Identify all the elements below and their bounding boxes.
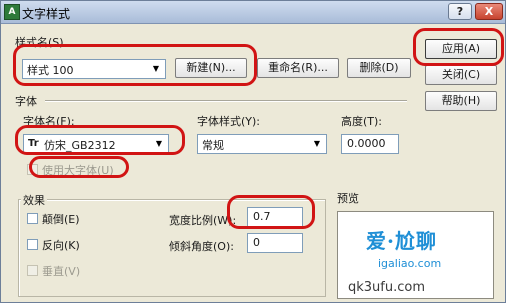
height-label: 高度(T): [341, 115, 383, 128]
truetype-font-icon: Tr [28, 138, 39, 149]
close-button[interactable]: 关闭(C) [425, 65, 497, 85]
style-name-label: 样式名(S) [15, 36, 64, 49]
rename-style-button[interactable]: 重命名(R)... [257, 58, 339, 78]
chevron-down-icon: ▼ [155, 139, 163, 148]
effects-section-label: 效果 [21, 192, 47, 208]
title-bar[interactable]: A 文字样式 ? X [1, 1, 505, 24]
font-name-dropdown[interactable]: Tr 仿宋_GB2312 ▼ [23, 134, 169, 154]
preview-label: 预览 [337, 192, 359, 205]
style-name-value: 样式 100 [27, 64, 74, 77]
help-button[interactable]: ? [448, 3, 472, 20]
width-factor-value: 0.7 [253, 210, 271, 223]
close-window-button[interactable]: X [475, 3, 503, 20]
oblique-angle-label: 倾斜角度(O): [169, 240, 234, 253]
vertical-label: 垂直(V) [42, 265, 81, 278]
chevron-down-icon: ▼ [152, 64, 160, 73]
chevron-down-icon: ▼ [313, 139, 321, 148]
preview-box: 爱·尬聊 igaliao.com qk3ufu.com [337, 211, 494, 299]
window-title: 文字样式 [22, 7, 71, 21]
height-input[interactable]: 0.0000 [341, 134, 399, 154]
watermark-logo-text: 爱·尬聊 [366, 229, 437, 253]
height-value: 0.0000 [347, 137, 386, 150]
font-style-value: 常规 [202, 139, 224, 152]
font-name-label: 字体名(F): [23, 115, 75, 128]
use-bigfont-checkbox[interactable] [27, 164, 38, 175]
font-section-divider [45, 100, 407, 102]
new-style-button[interactable]: 新建(N)... [175, 58, 247, 78]
text-style-dialog: A 文字样式 ? X 样式名(S) 样式 100 ▼ 新建(N)... 重命名(… [0, 0, 506, 303]
watermark-url: igaliao.com [378, 257, 442, 270]
upside-down-label: 颠倒(E) [42, 213, 80, 226]
font-style-label: 字体样式(Y): [197, 115, 261, 128]
width-factor-label: 宽度比例(W): [169, 214, 237, 227]
oblique-angle-input[interactable]: 0 [247, 233, 303, 253]
upside-down-checkbox[interactable] [27, 213, 38, 224]
width-factor-input[interactable]: 0.7 [247, 207, 303, 227]
apply-button[interactable]: 应用(A) [425, 39, 497, 59]
font-section-label: 字体 [15, 95, 37, 108]
style-name-dropdown[interactable]: 样式 100 ▼ [22, 59, 166, 79]
font-name-value: 仿宋_GB2312 [44, 139, 116, 152]
help-dialog-button[interactable]: 帮助(H) [425, 91, 497, 111]
use-bigfont-label: 使用大字体(U) [42, 164, 114, 177]
font-style-dropdown[interactable]: 常规 ▼ [197, 134, 327, 154]
backwards-checkbox[interactable] [27, 239, 38, 250]
autocad-app-icon: A [4, 4, 20, 20]
delete-style-button[interactable]: 删除(D) [347, 58, 411, 78]
watermark-bottom-text: qk3ufu.com [348, 280, 426, 295]
backwards-label: 反向(K) [42, 239, 80, 252]
oblique-angle-value: 0 [253, 236, 260, 249]
vertical-checkbox[interactable] [27, 265, 38, 276]
